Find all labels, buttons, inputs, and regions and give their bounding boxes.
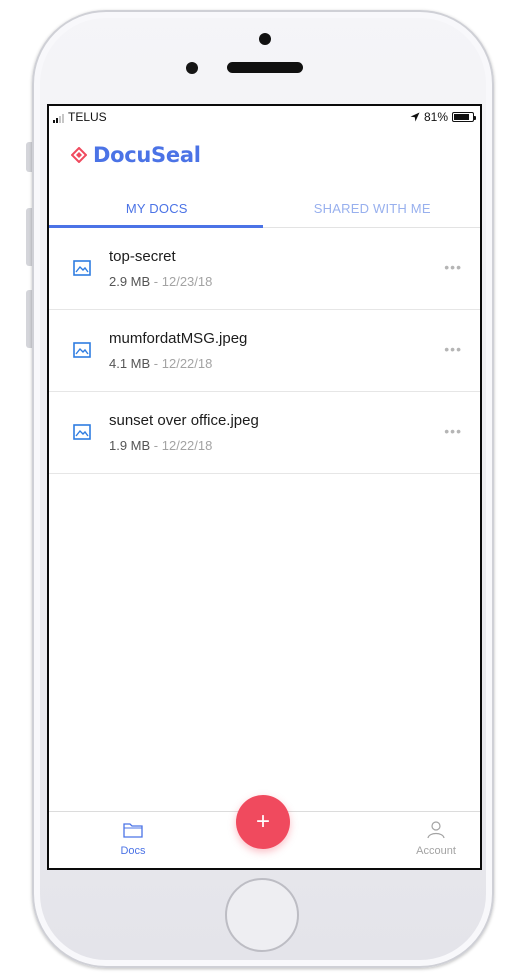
app-screen: TELUS 81% DocuSeal MY DOCS SHARED WITH M… bbox=[47, 104, 482, 870]
file-list: top-secret 2.9 MB - 12/23/18 ••• mumford… bbox=[49, 228, 480, 474]
file-date-separator: - bbox=[150, 274, 162, 289]
nav-docs[interactable]: Docs bbox=[93, 820, 173, 857]
signal-icon bbox=[53, 114, 64, 123]
battery-percent: 81% bbox=[423, 110, 448, 124]
image-icon bbox=[73, 424, 91, 440]
user-icon bbox=[427, 821, 445, 839]
file-name: top-secret bbox=[109, 248, 176, 265]
nav-account[interactable]: Account bbox=[396, 820, 476, 857]
tab-shared-with-me[interactable]: SHARED WITH ME bbox=[265, 188, 481, 228]
more-icon[interactable]: ••• bbox=[444, 342, 462, 356]
front-camera bbox=[186, 62, 198, 74]
file-row[interactable]: top-secret 2.9 MB - 12/23/18 ••• bbox=[49, 228, 480, 310]
app-logo: DocuSeal bbox=[71, 143, 201, 167]
file-name: mumfordatMSG.jpeg bbox=[109, 330, 248, 347]
more-icon[interactable]: ••• bbox=[444, 260, 462, 274]
doc-tabs: MY DOCS SHARED WITH ME bbox=[49, 188, 480, 228]
earpiece-speaker bbox=[227, 62, 303, 73]
location-arrow-icon bbox=[410, 112, 420, 122]
home-button[interactable] bbox=[225, 878, 299, 952]
file-date: 12/23/18 bbox=[161, 274, 213, 289]
carrier-label: TELUS bbox=[68, 110, 107, 124]
file-date: 12/22/18 bbox=[161, 438, 213, 453]
app-name: DocuSeal bbox=[93, 143, 201, 167]
file-size: 2.9 MB bbox=[109, 274, 151, 289]
file-date-separator: - bbox=[150, 356, 162, 371]
tab-my-docs[interactable]: MY DOCS bbox=[49, 188, 265, 228]
file-date: 12/22/18 bbox=[161, 356, 213, 371]
nav-docs-label: Docs bbox=[120, 845, 146, 857]
image-icon bbox=[73, 260, 91, 276]
add-icon: + bbox=[255, 808, 270, 835]
folder-icon bbox=[123, 823, 143, 838]
file-name: sunset over office.jpeg bbox=[109, 412, 259, 429]
file-meta: 4.1 MB - 12/22/18 bbox=[109, 356, 212, 371]
image-icon bbox=[73, 342, 91, 358]
more-icon[interactable]: ••• bbox=[444, 424, 462, 438]
add-document-button[interactable]: + bbox=[236, 795, 290, 849]
file-date-separator: - bbox=[150, 438, 162, 453]
file-size: 1.9 MB bbox=[109, 438, 151, 453]
file-size: 4.1 MB bbox=[109, 356, 151, 371]
nav-account-label: Account bbox=[416, 845, 456, 857]
logo-diamond-icon bbox=[71, 147, 87, 163]
file-row[interactable]: mumfordatMSG.jpeg 4.1 MB - 12/22/18 ••• bbox=[49, 310, 480, 392]
file-row[interactable]: sunset over office.jpeg 1.9 MB - 12/22/1… bbox=[49, 392, 480, 474]
file-meta: 2.9 MB - 12/23/18 bbox=[109, 274, 212, 289]
battery-icon bbox=[452, 112, 476, 122]
status-bar: TELUS 81% bbox=[49, 106, 480, 130]
status-right: 81% bbox=[410, 110, 476, 124]
battery-fill bbox=[454, 114, 469, 120]
file-meta: 1.9 MB - 12/22/18 bbox=[109, 438, 212, 453]
camera-dot bbox=[259, 33, 271, 45]
